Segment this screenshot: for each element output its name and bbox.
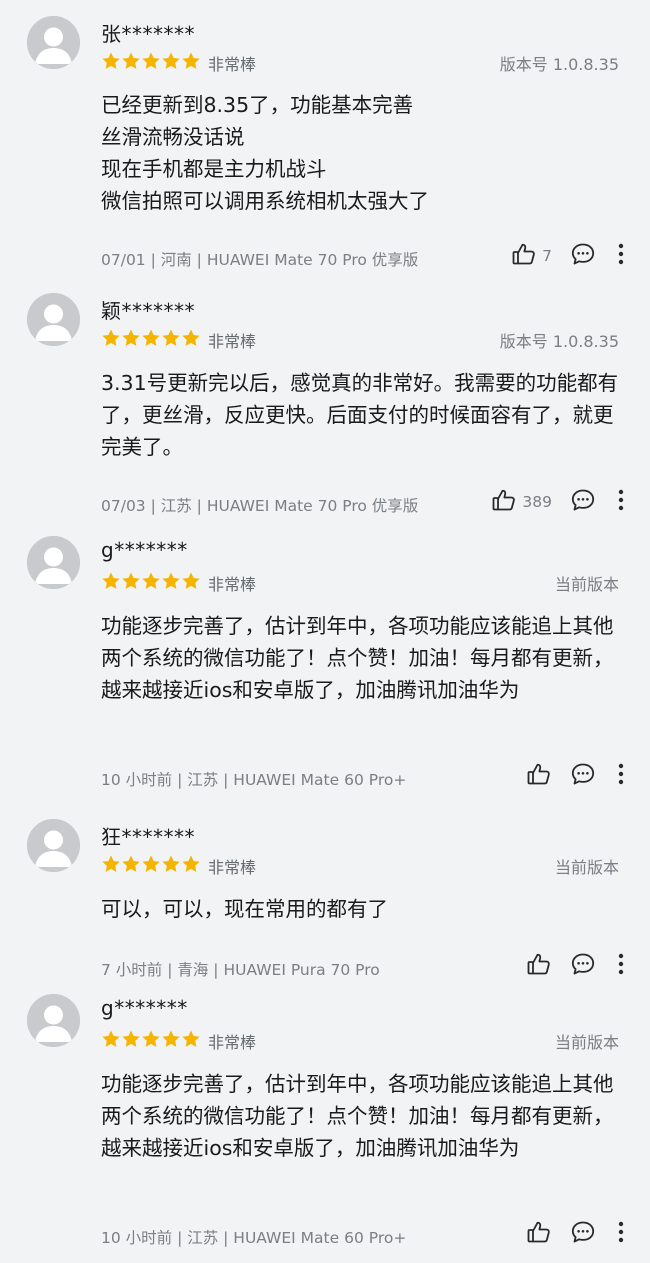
star-rating [101,51,201,71]
review-meta: 7 小时前 | 青海 | HUAWEI Pura 70 Pro [101,961,380,979]
review-username: 张******* [101,22,195,46]
review-text: 3.31号更新完以后，感觉真的非常好。我需要的功能都有了，更丝滑，反应更快。后面… [101,371,619,459]
star-icon [101,51,121,71]
thumbs-up-icon [526,951,552,981]
review-username: 颖******* [101,299,195,323]
star-icon [161,51,181,71]
star-icon [141,1029,161,1049]
review-meta: 07/01 | 河南 | HUAWEI Mate 70 Pro 优享版 [101,251,419,269]
app-version: 当前版本 [554,1033,619,1052]
star-icon [141,854,161,874]
like-button[interactable] [526,761,552,791]
star-icon [101,571,121,591]
review-actions: 389 [491,487,628,517]
default-user-avatar-icon[interactable] [27,536,80,589]
comment-bubble-icon [570,1219,596,1249]
star-icon [181,854,201,874]
review-meta: 10 小时前 | 江苏 | HUAWEI Mate 60 Pro+ [101,771,407,789]
star-icon [121,854,141,874]
star-icon [141,328,161,348]
more-options-button[interactable] [614,953,628,979]
like-button[interactable]: 7 [511,241,552,271]
star-rating [101,854,201,874]
review-meta: 07/03 | 江苏 | HUAWEI Mate 70 Pro 优享版 [101,497,419,515]
default-user-avatar-icon[interactable] [27,819,80,872]
comment-bubble-icon [570,241,596,271]
rating-label: 非常棒 [208,858,257,877]
rating-label: 非常棒 [208,1033,257,1052]
like-count: 7 [542,247,552,265]
comment-button[interactable] [570,1219,596,1249]
default-user-avatar-icon[interactable] [27,994,80,1047]
review-text: 功能逐步完善了，估计到年中，各项功能应该能追上其他两个系统的微信功能了！点个赞！… [101,1072,614,1160]
review-actions: 7 [511,241,628,271]
review-text: 已经更新到8.35了，功能基本完善 丝滑流畅没话说 现在手机都是主力机战斗 微信… [101,93,429,213]
vertical-ellipsis-icon [618,953,624,979]
star-icon [101,1029,121,1049]
star-icon [101,854,121,874]
comment-bubble-icon [570,761,596,791]
review-text: 功能逐步完善了，估计到年中，各项功能应该能追上其他两个系统的微信功能了！点个赞！… [101,614,614,702]
star-icon [161,571,181,591]
review-actions [526,951,628,981]
review-username: g******* [101,538,188,562]
thumbs-up-icon [491,487,517,517]
star-icon [181,51,201,71]
star-icon [121,51,141,71]
star-rating [101,571,201,591]
like-button[interactable] [526,951,552,981]
comment-button[interactable] [570,241,596,271]
star-icon [181,571,201,591]
star-icon [121,328,141,348]
star-icon [101,328,121,348]
vertical-ellipsis-icon [618,243,624,269]
vertical-ellipsis-icon [618,489,624,515]
rating-label: 非常棒 [208,332,257,351]
star-icon [181,1029,201,1049]
review-actions [526,1219,628,1249]
thumbs-up-icon [511,241,537,271]
vertical-ellipsis-icon [618,1221,624,1247]
rating-label: 非常棒 [208,55,257,74]
rating-label: 非常棒 [208,575,257,594]
star-rating [101,1029,201,1049]
default-user-avatar-icon[interactable] [27,293,80,346]
star-rating [101,328,201,348]
app-version: 当前版本 [554,858,619,877]
more-options-button[interactable] [614,763,628,789]
comment-button[interactable] [570,761,596,791]
comment-button[interactable] [570,487,596,517]
review-username: g******* [101,996,188,1020]
default-user-avatar-icon[interactable] [27,16,80,69]
star-icon [121,571,141,591]
like-button[interactable] [526,1219,552,1249]
more-options-button[interactable] [614,489,628,515]
star-icon [161,854,181,874]
star-icon [181,328,201,348]
thumbs-up-icon [526,1219,552,1249]
review-actions [526,761,628,791]
review-text: 可以，可以，现在常用的都有了 [101,897,388,921]
comment-bubble-icon [570,951,596,981]
app-version: 版本号 1.0.8.35 [499,332,619,351]
like-count: 389 [522,493,552,511]
review-username: 狂******* [101,825,195,849]
star-icon [141,51,161,71]
app-version: 当前版本 [554,575,619,594]
comment-bubble-icon [570,487,596,517]
vertical-ellipsis-icon [618,763,624,789]
comment-button[interactable] [570,951,596,981]
star-icon [121,1029,141,1049]
star-icon [141,571,161,591]
star-icon [161,328,181,348]
more-options-button[interactable] [614,1221,628,1247]
star-icon [161,1029,181,1049]
thumbs-up-icon [526,761,552,791]
like-button[interactable]: 389 [491,487,552,517]
review-meta: 10 小时前 | 江苏 | HUAWEI Mate 60 Pro+ [101,1229,407,1247]
app-version: 版本号 1.0.8.35 [499,55,619,74]
more-options-button[interactable] [614,243,628,269]
